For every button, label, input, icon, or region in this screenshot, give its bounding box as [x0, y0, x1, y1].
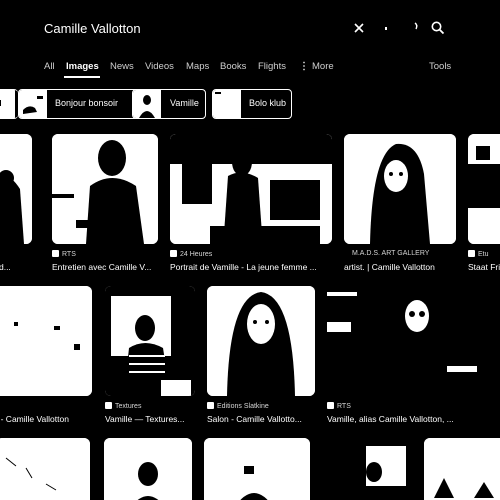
result-thumbnail — [0, 286, 92, 396]
result-thumbnail — [207, 286, 315, 396]
source-favicon-icon — [170, 250, 177, 257]
chip-thumbnail — [133, 90, 161, 118]
result-caption[interactable]: Vamille, alias Camille Vallotton, ... — [327, 414, 500, 424]
active-tab-indicator — [64, 76, 100, 78]
tab-news[interactable]: News — [110, 61, 134, 72]
result-caption[interactable]: artist. | Camille Vallotton — [344, 262, 456, 272]
result-caption[interactable]: Salon - Camille Vallotto... — [207, 414, 315, 424]
tab-more[interactable]: More — [312, 61, 334, 72]
result-source: M.A.D.S. ART GALLERY — [352, 250, 430, 257]
tab-videos[interactable]: Videos — [145, 61, 174, 72]
chip-thumbnail — [19, 90, 47, 118]
result-thumbnail — [104, 438, 192, 500]
tab-maps[interactable]: Maps — [186, 61, 209, 72]
chip-vamille[interactable]: Vamille — [132, 89, 206, 119]
chip-label: Bolo klub — [249, 98, 287, 108]
chip-label: Vamille — [170, 98, 199, 108]
more-vert-icon[interactable] — [302, 61, 306, 74]
chip-bonjour-bonsoir[interactable]: Bonjour bonsoir — [18, 89, 150, 119]
result-thumbnail — [0, 438, 90, 500]
result-thumbnail — [468, 134, 500, 244]
chip-partial[interactable] — [0, 89, 18, 119]
result-caption[interactable]: s - Camille Vallotton — [0, 414, 92, 424]
result-thumbnail — [52, 134, 158, 244]
search-icon[interactable] — [428, 18, 448, 38]
result-source: RTS — [52, 250, 76, 258]
result-source: Textures — [105, 402, 141, 410]
result-caption[interactable]: ie d... — [0, 262, 30, 272]
close-icon[interactable] — [349, 18, 369, 38]
tab-all[interactable]: All — [44, 61, 55, 72]
mic-icon[interactable] — [376, 18, 396, 38]
search-bar[interactable]: Camille Vallotton — [0, 0, 500, 56]
tab-books[interactable]: Books — [220, 61, 246, 72]
source-favicon-icon — [327, 402, 334, 409]
source-favicon-icon — [468, 250, 475, 257]
result-thumbnail — [170, 134, 332, 244]
result-source: 24 Heures — [170, 250, 212, 258]
tools-button[interactable]: Tools — [429, 61, 451, 72]
source-favicon-icon — [105, 402, 112, 409]
result-source: Etu — [468, 250, 489, 258]
chip-bolo-klub[interactable]: Bolo klub — [212, 89, 292, 119]
result-thumbnail — [424, 438, 500, 500]
result-thumbnail — [327, 286, 500, 396]
result-caption[interactable]: Entretien avec Camille V... — [52, 262, 158, 272]
result-thumbnail — [105, 286, 195, 396]
chip-thumbnail — [213, 90, 241, 118]
result-thumbnail — [0, 134, 32, 244]
source-favicon-icon — [207, 402, 214, 409]
result-caption[interactable]: Portrait de Vamille - La jeune femme ... — [170, 262, 332, 272]
result-thumbnail — [322, 438, 412, 500]
source-favicon-icon — [52, 250, 59, 257]
result-thumbnail — [204, 438, 310, 500]
tab-flights[interactable]: Flights — [258, 61, 286, 72]
tab-images[interactable]: Images — [66, 61, 99, 72]
result-thumbnail — [344, 134, 456, 244]
chip-label: Bonjour bonsoir — [55, 98, 119, 108]
lens-icon[interactable] — [403, 18, 423, 38]
result-caption[interactable]: Staat Fri — [468, 262, 500, 272]
result-caption[interactable]: Vamille — Textures... — [105, 414, 195, 424]
search-input[interactable]: Camille Vallotton — [44, 21, 141, 36]
result-source: Editions Slatkine — [207, 402, 269, 410]
result-source: RTS — [327, 402, 351, 410]
